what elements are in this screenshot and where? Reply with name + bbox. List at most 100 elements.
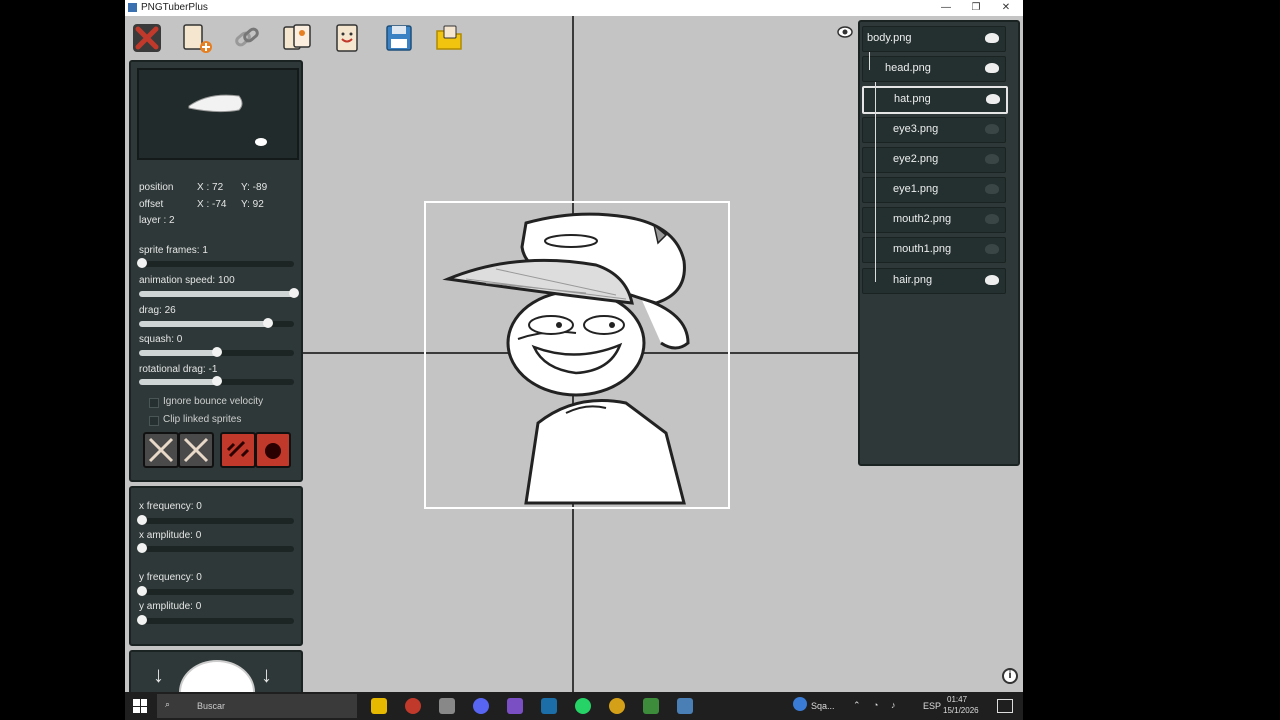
delete-sprite-button[interactable] [129,20,165,56]
x-amplitude-slider[interactable] [137,543,294,553]
start-button[interactable] [133,699,147,713]
y-frequency-slider[interactable] [137,586,294,596]
cards-icon [283,24,311,50]
x-box-icon [183,437,209,463]
app-icon[interactable] [439,698,455,714]
offset-y-value: Y: 92 [241,199,264,210]
arrow-down-icon[interactable]: ↓ [153,662,164,688]
open-button[interactable] [431,20,467,56]
window-title: PNGTuberPlus [141,2,208,13]
card-smile-icon [336,24,358,52]
state-panel: ↓ ↓ [129,650,303,692]
duplicate-sprite-button[interactable] [279,20,315,56]
sprite-canvas [424,201,730,509]
layer-thumbnail [985,33,999,43]
layer-item[interactable]: eye3.png [862,116,1006,143]
drag-label: drag: 26 [139,305,176,316]
layer-name: mouth2.png [893,213,952,226]
visibility-toggle[interactable] [837,25,853,44]
maximize-button[interactable]: ❐ [961,0,991,16]
clock-date[interactable]: 15/1/2026 [943,706,979,715]
eye-icon [837,26,853,38]
y-amplitude-slider[interactable] [137,615,294,625]
sprite-frames-slider[interactable] [137,258,294,268]
layer-thumbnail [985,214,999,225]
clip-linked-checkbox[interactable] [149,416,159,426]
layer-item[interactable]: eye2.png [862,146,1006,173]
app-icon [128,3,137,12]
layer-name: body.png [867,32,912,44]
whatsapp-icon[interactable] [575,698,591,714]
layer-item[interactable]: body.png [862,26,1006,52]
layer-item[interactable]: mouth2.png [862,207,1006,234]
slider-knob[interactable] [137,586,148,596]
slider-knob[interactable] [262,318,273,328]
search-placeholder: Buscar [197,701,226,711]
save-button[interactable] [381,20,417,56]
language-indicator[interactable]: ESP [923,701,941,711]
layer-item[interactable]: hat.png [862,86,1008,115]
steam-icon[interactable] [541,698,557,714]
flip-button[interactable] [255,432,291,468]
pngtuber-taskbar-icon[interactable] [677,698,693,714]
chevron-up-icon[interactable]: ⌃ [853,700,861,711]
sprite-thumbnail [188,94,267,146]
slider-knob[interactable] [211,376,222,386]
speaker-icon[interactable]: ♪ [891,700,896,710]
properties-panel: position X : 72 Y: -89 offset X : -74 Y:… [129,60,303,482]
x-box-icon [148,437,174,463]
network-icon[interactable]: ◔ [873,700,878,710]
x-frequency-slider[interactable] [137,515,294,525]
slider-knob[interactable] [137,258,148,268]
app-window: PNGTuberPlus — ❐ ✕ position X: 72 Y: -8… [125,0,1023,692]
link-sprite-button[interactable] [229,20,265,56]
layer-thumbnail [985,63,999,74]
squash-slider[interactable] [139,347,294,357]
weather-icon[interactable] [793,697,807,711]
discord-icon[interactable] [473,698,489,714]
avatar-preview [179,660,255,692]
layer-item[interactable]: mouth1.png [862,237,1006,264]
ignore-bounce-checkbox[interactable] [149,398,159,408]
slider-knob[interactable] [137,515,148,525]
slider-knob[interactable] [289,288,299,298]
animation-speed-label: animation speed: 100 [139,275,235,286]
info-icon[interactable]: i [1002,668,1018,684]
unlink-button[interactable] [143,432,179,468]
layer-item[interactable]: head.png [862,56,1006,83]
clock-time[interactable]: 01:47 [947,695,967,704]
layer-name: eye1.png [893,183,939,195]
slider-knob[interactable] [137,615,148,625]
wobble-panel: x frequency: 0 x amplitude: 0 y frequenc… [129,486,303,646]
animation-speed-slider[interactable] [139,288,299,298]
layer-thumbnail [985,274,999,285]
add-sprite-button[interactable] [179,20,215,56]
layer-name: eye3.png [893,122,939,135]
slider-knob[interactable] [211,347,222,357]
clear-button[interactable] [178,432,214,468]
opera-icon[interactable] [405,698,421,714]
layer-item[interactable]: eye1.png [862,177,1006,203]
rotational-drag-slider[interactable] [139,376,294,386]
layer-thumbnail [985,244,999,255]
minecraft-icon[interactable] [643,698,659,714]
slider-knob[interactable] [137,543,148,553]
link-toggle-button[interactable] [220,432,256,468]
layer-item[interactable]: hair.png [862,267,1006,294]
notification-icon[interactable] [997,699,1013,713]
layer-thumbnail [985,153,999,164]
search-icon: ⌕ [165,699,171,709]
search-box[interactable]: ⌕ Buscar [157,694,357,718]
squash-label: squash: 0 [139,334,183,345]
drag-slider[interactable] [139,318,294,328]
sprite-frames-label: sprite frames: 1 [139,245,208,256]
chrome-icon[interactable] [609,698,625,714]
new-file-button[interactable] [329,20,365,56]
close-button[interactable]: ✕ [991,0,1021,16]
arrow-down-icon[interactable]: ↓ [261,662,272,688]
twitch-icon[interactable] [507,698,523,714]
minimize-button[interactable]: — [931,0,961,16]
floppy-icon [386,25,412,51]
file-explorer-icon[interactable] [371,698,387,714]
sprite-preview [137,68,299,160]
